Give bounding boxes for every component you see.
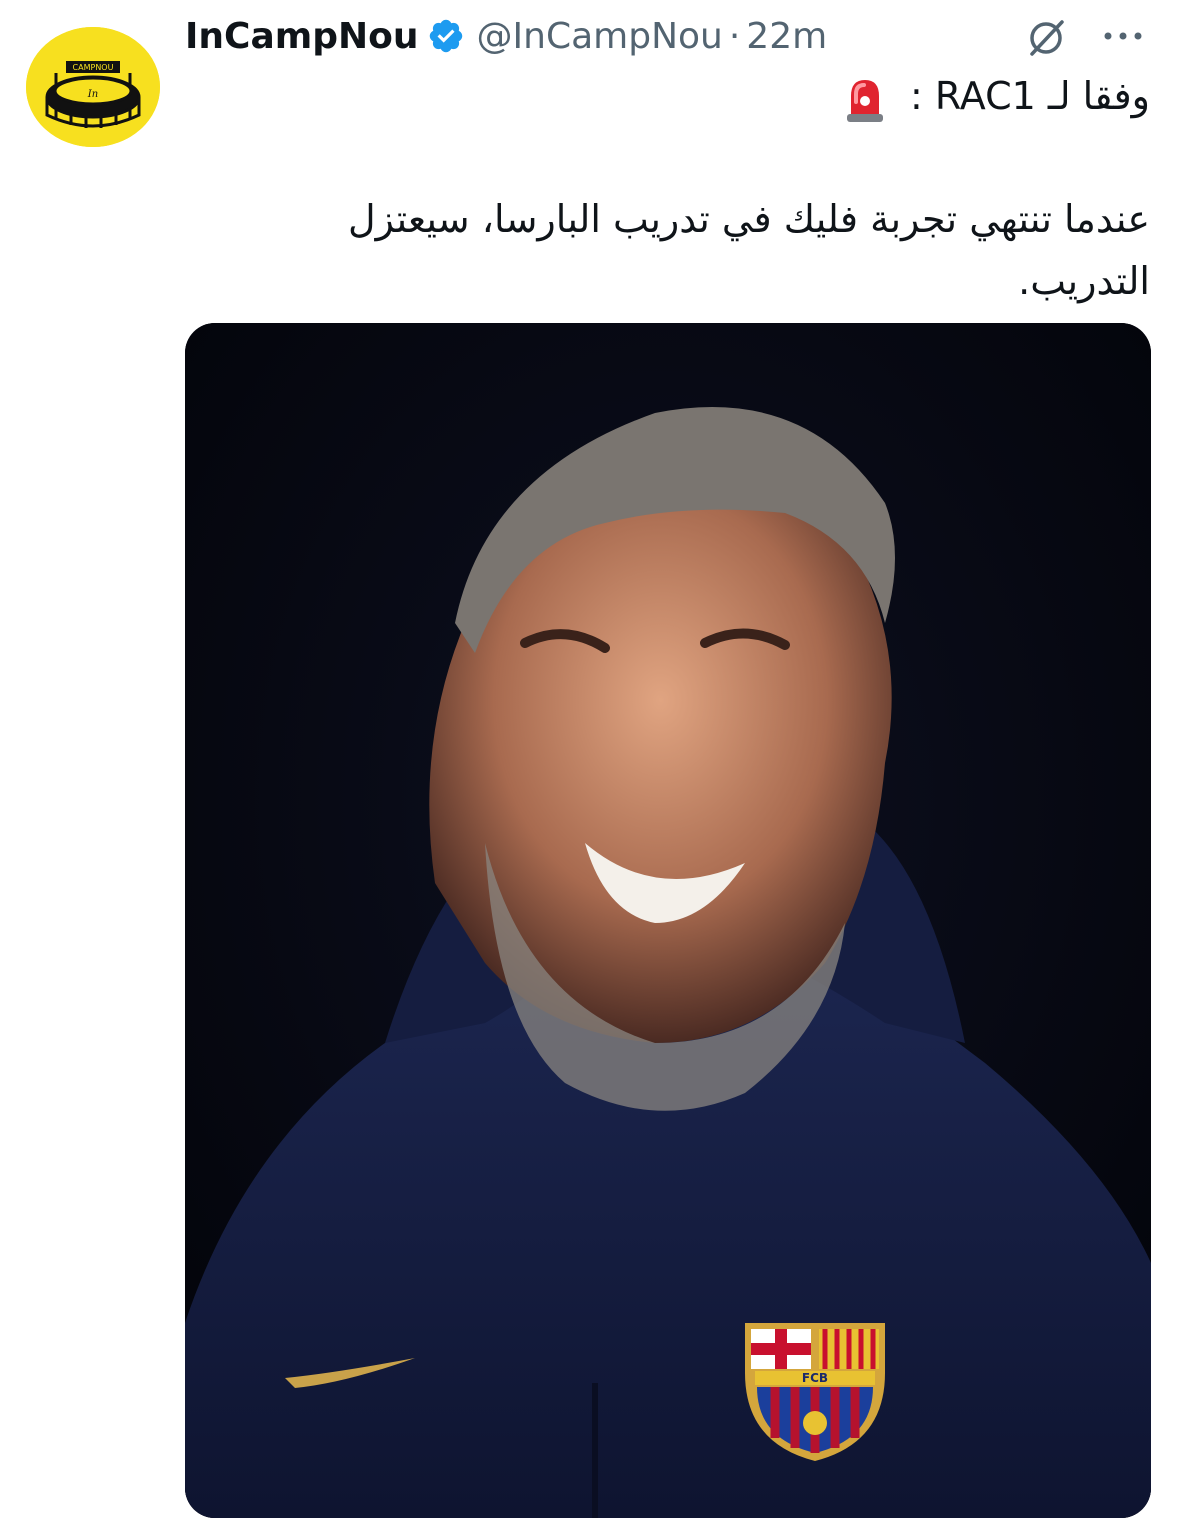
- tweet-media[interactable]: FCB: [185, 323, 1151, 1518]
- grok-icon[interactable]: [1024, 16, 1068, 60]
- svg-text:In: In: [87, 89, 98, 100]
- crest-text: FCB: [802, 1371, 828, 1385]
- tweet-text-line1: وفقا لـ RAC1 :: [842, 68, 1150, 124]
- separator-dot: ·: [728, 15, 741, 57]
- tweet-header: InCampNou @InCampNou · 22m: [185, 10, 827, 62]
- tweet-body: عندما تنتهي تجربة فليك في تدريب البارسا،…: [347, 197, 1150, 303]
- author-handle[interactable]: @InCampNou: [477, 16, 723, 57]
- display-name[interactable]: InCampNou: [185, 16, 419, 57]
- siren-emoji-icon: [846, 79, 883, 122]
- verified-badge-icon[interactable]: [427, 17, 465, 55]
- source-text: وفقا لـ RAC1 :: [910, 74, 1150, 118]
- coach-portrait-photo: FCB: [185, 323, 1151, 1518]
- avatar-text: CAMPNOU: [73, 63, 114, 72]
- more-icon[interactable]: [1098, 18, 1148, 54]
- timestamp[interactable]: 22m: [746, 16, 827, 57]
- stadium-logo-icon: CAMPNOU In: [26, 27, 160, 147]
- author-avatar[interactable]: CAMPNOU In: [26, 27, 160, 147]
